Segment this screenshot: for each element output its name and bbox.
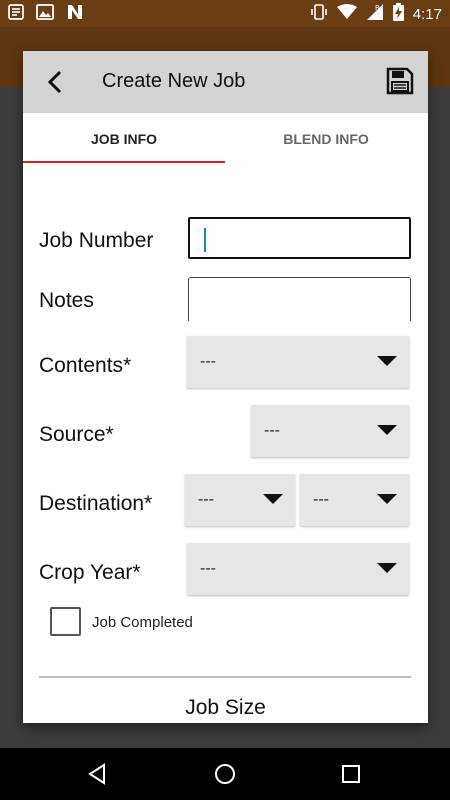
n-app-icon bbox=[66, 4, 84, 25]
tab-job-info[interactable]: JOB INFO bbox=[23, 113, 225, 165]
destination-dropdown-primary[interactable]: --- bbox=[185, 474, 295, 526]
status-time: 4:17 bbox=[412, 5, 442, 23]
image-icon bbox=[36, 4, 54, 25]
destination-label: Destination* bbox=[39, 492, 153, 515]
active-tab-indicator bbox=[23, 161, 225, 163]
nav-home-button[interactable] bbox=[213, 762, 237, 786]
navigation-bar bbox=[0, 748, 450, 800]
square-recents-icon bbox=[342, 765, 360, 783]
dialog-title: Create New Job bbox=[102, 70, 246, 92]
dropdown-arrow-icon bbox=[377, 356, 397, 366]
dialog-header: Create New Job bbox=[23, 51, 428, 113]
nav-recents-button[interactable] bbox=[339, 762, 363, 786]
back-button[interactable] bbox=[41, 67, 71, 97]
dropdown-arrow-icon bbox=[377, 563, 397, 573]
job-completed-checkbox[interactable] bbox=[50, 607, 81, 636]
create-job-dialog: Create New Job JOB INFO BLEND INFO Job N… bbox=[23, 51, 428, 723]
triangle-back-icon bbox=[88, 763, 105, 785]
text-cursor bbox=[204, 228, 206, 252]
wifi-icon bbox=[336, 4, 357, 24]
section-divider bbox=[39, 676, 411, 678]
job-number-input[interactable] bbox=[188, 217, 411, 259]
source-dropdown[interactable]: --- bbox=[251, 405, 409, 457]
back-arrow-icon bbox=[47, 70, 62, 94]
source-label: Source* bbox=[39, 423, 114, 446]
roaming-signal-icon: R bbox=[366, 3, 384, 25]
crop-year-label: Crop Year* bbox=[39, 561, 141, 584]
notes-input[interactable] bbox=[188, 277, 411, 321]
contents-label: Contents* bbox=[39, 354, 132, 377]
tab-blend-info[interactable]: BLEND INFO bbox=[225, 113, 427, 165]
tab-bar: JOB INFO BLEND INFO bbox=[23, 113, 428, 165]
battery-charging-icon bbox=[392, 3, 404, 25]
floppy-disk-icon bbox=[386, 67, 414, 95]
nav-back-button[interactable] bbox=[86, 762, 110, 786]
job-number-label: Job Number bbox=[39, 229, 154, 252]
vibrate-icon bbox=[310, 3, 328, 25]
dropdown-arrow-icon bbox=[263, 494, 283, 504]
contents-value: --- bbox=[200, 353, 216, 370]
source-value: --- bbox=[264, 422, 280, 439]
status-bar: R 4:17 bbox=[0, 0, 450, 27]
destination-value-2: --- bbox=[313, 491, 329, 508]
job-size-heading: Job Size bbox=[185, 696, 266, 719]
notes-label: Notes bbox=[39, 289, 94, 312]
crop-year-dropdown[interactable]: --- bbox=[187, 543, 409, 595]
destination-value-1: --- bbox=[198, 491, 214, 508]
contents-dropdown[interactable]: --- bbox=[187, 336, 409, 388]
svg-text:R: R bbox=[375, 4, 380, 12]
save-button[interactable] bbox=[386, 67, 414, 95]
crop-year-value: --- bbox=[200, 560, 216, 577]
dropdown-arrow-icon bbox=[377, 494, 397, 504]
job-completed-label[interactable]: Job Completed bbox=[92, 614, 193, 631]
notification-list-icon bbox=[8, 4, 24, 25]
dropdown-arrow-icon bbox=[377, 425, 397, 435]
circle-home-icon bbox=[215, 764, 235, 784]
destination-dropdown-secondary[interactable]: --- bbox=[300, 474, 409, 526]
